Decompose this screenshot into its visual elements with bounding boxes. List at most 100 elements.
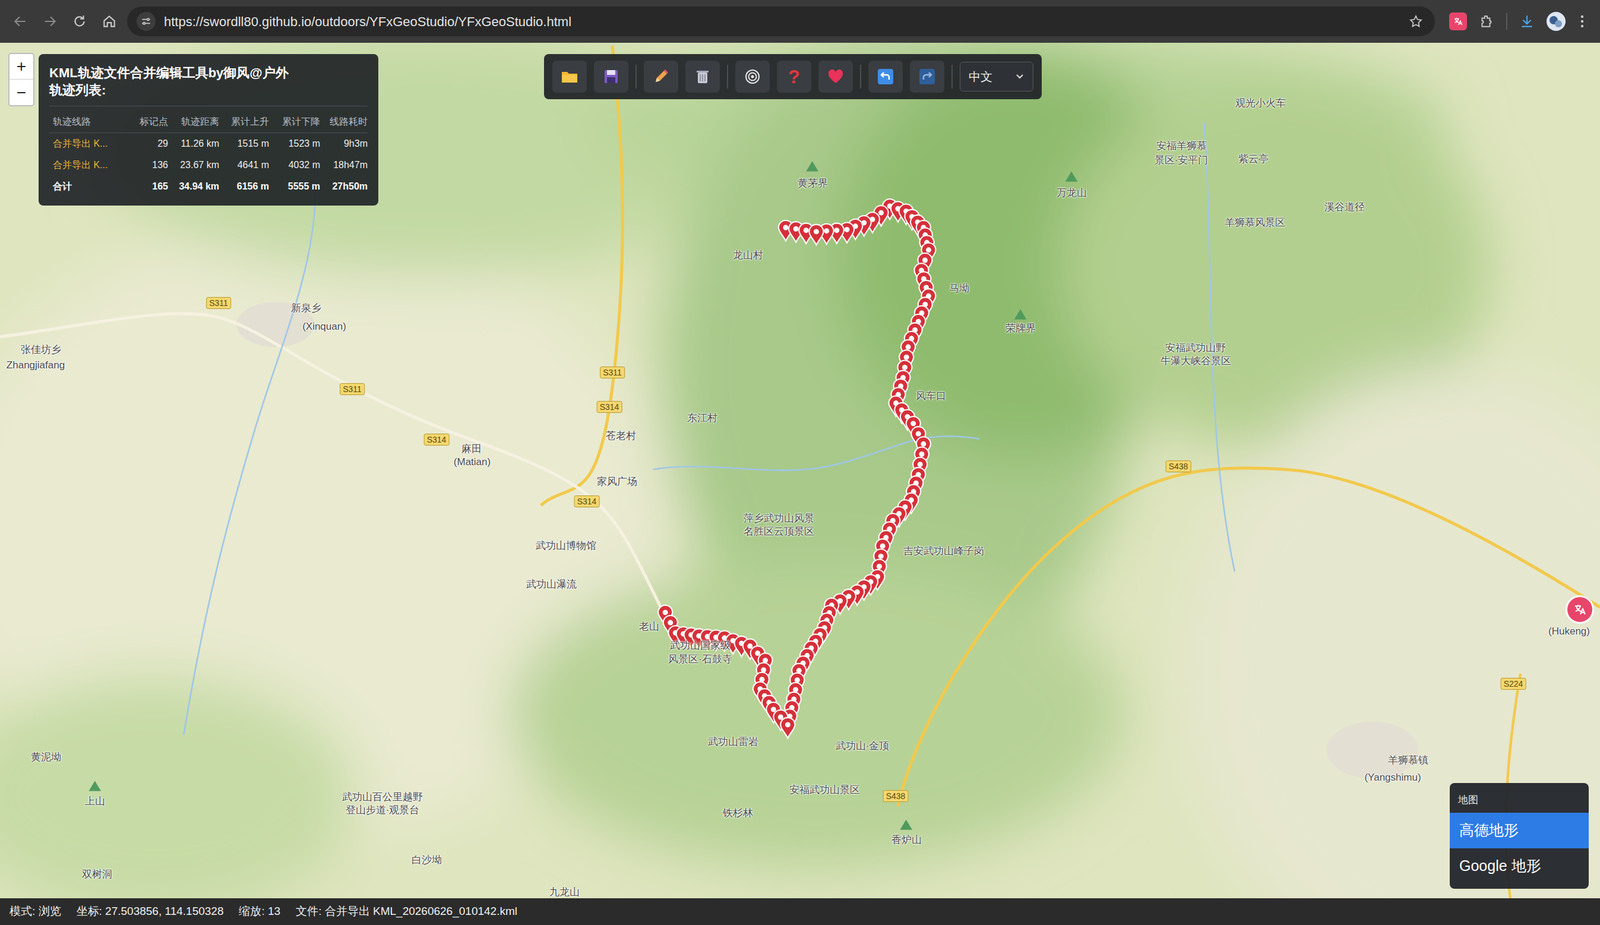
map-label: 武功山百公里越野 <box>342 791 423 803</box>
map-label: Zhangjiafang <box>6 359 65 372</box>
back-arrow-icon[interactable] <box>8 9 33 34</box>
map-label: 牛瀑大峡谷景区 <box>1160 355 1232 368</box>
layer-panel-title: 地图 <box>1449 787 1589 813</box>
table-cell: 5555 m <box>269 175 321 198</box>
map-label: 登山步道·观景台 <box>345 804 420 817</box>
map-label: 苍老村 <box>605 429 637 442</box>
map-label: 羊狮慕镇 <box>1387 754 1429 767</box>
save-floppy-icon[interactable] <box>593 60 629 93</box>
zoom-out-button[interactable]: − <box>9 79 34 106</box>
overlay-layer: +−KML轨迹文件合并编辑工具by御风@户外轨迹列表:轨迹线路标记点轨迹距离累计… <box>0 42 1600 898</box>
map-label: 张佳坊乡 <box>20 343 62 356</box>
help-label[interactable]: ? <box>788 67 800 87</box>
map-label: 双树洞 <box>81 868 113 881</box>
undo-arrow-icon[interactable] <box>868 60 903 93</box>
zoom-control: +− <box>8 52 35 107</box>
toolbar-separator <box>635 64 637 89</box>
map-label: 溪谷道径 <box>1324 201 1365 214</box>
help-button[interactable]: ? <box>776 60 812 93</box>
extensions-icon[interactable] <box>1477 12 1496 31</box>
road-shield: S438 <box>1165 460 1192 473</box>
map-label: (Xinquan) <box>302 320 347 333</box>
address-bar[interactable]: https://swordll80.github.io/outdoors/YFx… <box>127 6 1435 37</box>
menu-dots-icon[interactable] <box>1576 12 1589 31</box>
layer-option[interactable]: 高德地形 <box>1449 812 1589 849</box>
table-cell: 1515 m <box>219 133 270 155</box>
map-label: (Yangshimu) <box>1364 771 1421 784</box>
zoom-in-button[interactable]: + <box>9 54 34 80</box>
route-pin[interactable] <box>780 717 795 738</box>
map-label: 龙山村 <box>732 249 764 262</box>
column-header: 轨迹线路 <box>49 111 127 134</box>
layer-option[interactable]: Google 地形 <box>1449 848 1589 884</box>
profile-avatar-icon[interactable] <box>1546 11 1566 31</box>
language-value[interactable]: 中文 <box>968 67 993 86</box>
column-header: 标记点 <box>126 111 169 134</box>
layer-panel: 地图高德地形Google 地形 <box>1449 782 1589 889</box>
open-folder-icon[interactable] <box>552 60 587 93</box>
map-label: (Matian) <box>453 456 491 469</box>
map-label: 新泉乡 <box>291 302 322 315</box>
translate-extension-icon[interactable] <box>1449 12 1467 31</box>
route-pin[interactable] <box>780 717 795 738</box>
map-label: 上山 <box>84 795 106 808</box>
table-cell: 9h3m <box>320 133 368 155</box>
map-label: 武功山博物馆 <box>535 539 597 552</box>
map-label: 东江村 <box>687 412 718 425</box>
column-header: 累计下降 <box>269 111 321 134</box>
road-shield: S311 <box>599 366 625 379</box>
map-label: 萍乡武功山风景 <box>743 512 815 525</box>
table-cell: 4032 m <box>269 154 321 176</box>
road-shield: S311 <box>339 383 365 395</box>
map-label: 武功山国家级 <box>669 639 731 652</box>
map-label: 马坳 <box>949 282 970 295</box>
edit-pencil-icon[interactable] <box>643 60 679 93</box>
map-label: 家风广场 <box>596 475 638 488</box>
map-label: 荣牌界 <box>1005 322 1036 335</box>
map-label: 黄泥坳 <box>30 751 62 764</box>
table-cell[interactable]: 合并导出 K... <box>49 154 127 176</box>
panel-title: KML轨迹文件合并编辑工具by御风@户外 <box>49 64 368 82</box>
home-icon[interactable] <box>97 9 122 34</box>
app: https://swordll80.github.io/outdoors/YFx… <box>0 0 1600 925</box>
forward-arrow-icon[interactable] <box>38 9 62 34</box>
table-cell[interactable]: 合并导出 K... <box>49 133 127 155</box>
site-settings-icon[interactable] <box>136 11 156 31</box>
language-select[interactable]: 中文 <box>959 61 1034 92</box>
download-icon[interactable] <box>1518 12 1536 31</box>
status-file: 文件: 合并导出 KML_20260626_010142.kml <box>295 902 518 920</box>
reload-icon[interactable] <box>67 9 92 34</box>
delete-trash-icon[interactable] <box>685 60 720 93</box>
road-shield: S314 <box>424 433 450 446</box>
browser-toolbar: https://swordll80.github.io/outdoors/YFx… <box>0 0 1600 43</box>
table-cell: 136 <box>126 154 169 176</box>
map-label: 羊狮慕风景区 <box>1224 216 1286 229</box>
locate-target-icon[interactable] <box>735 60 770 93</box>
table-cell: 18h47m <box>320 154 368 176</box>
toolbar-separator <box>726 64 729 89</box>
track-info-panel: KML轨迹文件合并编辑工具by御风@户外轨迹列表:轨迹线路标记点轨迹距离累计上升… <box>38 54 379 206</box>
bookmark-star-icon[interactable] <box>1406 11 1426 31</box>
map-label: 麻田 <box>461 443 482 455</box>
favorite-heart-icon[interactable] <box>818 60 853 93</box>
route-pin[interactable] <box>808 224 824 245</box>
table-cell[interactable]: 合计 <box>49 175 127 198</box>
map-label: 名胜区云顶景区 <box>743 525 815 538</box>
url-text[interactable]: https://swordll80.github.io/outdoors/YFx… <box>163 11 1399 32</box>
map[interactable]: 黄茅界龙山村马坳荣牌界风车口萍乡武功山风景名胜区云顶景区吉安武功山峰子岗武功山国… <box>0 42 1600 898</box>
chevron-down-icon[interactable] <box>1014 71 1025 82</box>
road-shield: S224 <box>1500 677 1527 690</box>
road-shield: S314 <box>596 400 623 413</box>
map-label: 景区·安平门 <box>1154 154 1209 167</box>
redo-arrow-icon[interactable] <box>909 60 945 93</box>
map-label: 武功山瀑流 <box>526 578 577 591</box>
map-label: 万龙山 <box>1056 187 1087 199</box>
floating-translate-icon[interactable] <box>1565 595 1595 624</box>
map-label: 吉安武功山峰子岗 <box>903 545 985 558</box>
table-cell: 1523 m <box>269 133 321 155</box>
column-header: 累计上升 <box>219 111 270 134</box>
column-header: 轨迹距离 <box>168 111 220 134</box>
toolbar-divider <box>1506 13 1508 30</box>
map-label: 观光小火车 <box>1235 97 1286 110</box>
toolbar-separator <box>951 64 953 89</box>
